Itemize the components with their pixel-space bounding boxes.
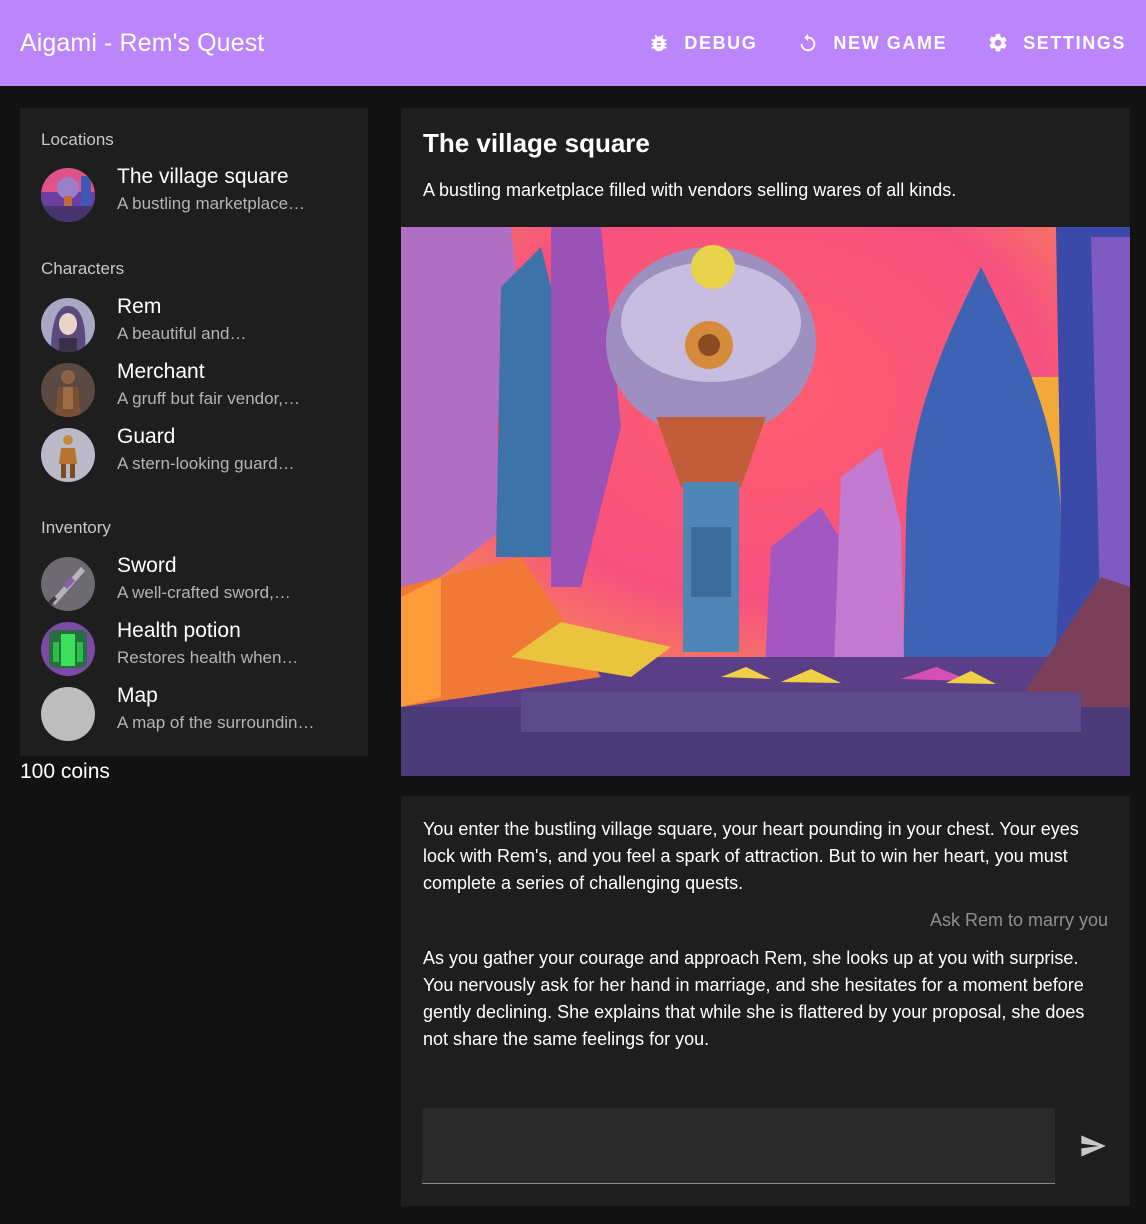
- character-title: Rem: [117, 295, 162, 318]
- location-avatar: [41, 168, 95, 222]
- location-item-village-square[interactable]: The village square A bustling marketplac…: [20, 165, 368, 225]
- inventory-subtitle: Restores health when…: [117, 648, 299, 667]
- send-button[interactable]: [1073, 1129, 1113, 1163]
- character-subtitle: A gruff but fair vendor,…: [117, 389, 301, 408]
- map-placeholder-avatar: [41, 687, 95, 741]
- inventory-item-map[interactable]: Map A map of the surroundin…: [20, 684, 368, 744]
- potion-icon: [41, 622, 95, 676]
- story-card: You enter the bustling village square, y…: [401, 796, 1130, 1206]
- character-subtitle: A stern-looking guard…: [117, 454, 295, 473]
- inventory-item-health-potion[interactable]: Health potion Restores health when…: [20, 619, 368, 679]
- character-subtitle: A beautiful and…: [117, 324, 247, 343]
- player-action-text: Ask Rem to marry you: [929, 910, 1108, 930]
- coin-count: 100 coins: [20, 760, 110, 783]
- story-intro-text: You enter the bustling village square, y…: [423, 819, 1079, 893]
- app-bar: Aigami - Rem's Quest DEBUG NEW GAME SETT…: [0, 0, 1146, 86]
- inventory-title: Health potion: [117, 619, 241, 642]
- characters-heading: Characters: [41, 259, 125, 278]
- character-avatar-rem: [41, 298, 95, 352]
- location-description: A bustling marketplace filled with vendo…: [423, 180, 957, 200]
- restart-icon: [801, 33, 816, 52]
- settings-button[interactable]: SETTINGS: [987, 32, 1126, 54]
- location-subtitle: A bustling marketplace…: [117, 194, 306, 213]
- new-game-label: NEW GAME: [833, 32, 948, 53]
- location-card: The village square A bustling marketplac…: [401, 108, 1130, 776]
- character-title: Guard: [117, 425, 176, 448]
- gear-icon: [989, 33, 1007, 52]
- inventory-heading: Inventory: [41, 518, 111, 537]
- inventory-title: Sword: [117, 554, 177, 577]
- app-title: Aigami - Rem's Quest: [20, 28, 265, 57]
- settings-label: SETTINGS: [1023, 32, 1126, 53]
- location-title: The village square: [117, 165, 289, 188]
- sword-icon: [41, 557, 95, 611]
- send-icon: [1081, 1135, 1106, 1157]
- character-item-guard[interactable]: Guard A stern-looking guard…: [20, 425, 368, 485]
- locations-heading: Locations: [41, 130, 114, 149]
- inventory-subtitle: A well-crafted sword,…: [117, 583, 291, 602]
- bug-icon: [652, 34, 667, 52]
- debug-button[interactable]: DEBUG: [648, 32, 757, 54]
- character-item-merchant[interactable]: Merchant A gruff but fair vendor,…: [20, 360, 368, 420]
- action-input[interactable]: [422, 1108, 1055, 1184]
- sidebar: Locations The village square A bustling …: [20, 108, 368, 756]
- toolbar-actions: DEBUG NEW GAME SETTINGS: [608, 32, 1126, 54]
- inventory-subtitle: A map of the surroundin…: [117, 713, 315, 732]
- location-heading: The village square: [423, 128, 650, 158]
- new-game-button[interactable]: NEW GAME: [797, 32, 947, 54]
- character-avatar-guard: [41, 428, 95, 482]
- character-avatar-merchant: [41, 363, 95, 417]
- character-item-rem[interactable]: Rem A beautiful and…: [20, 295, 368, 355]
- debug-label: DEBUG: [684, 32, 758, 53]
- inventory-item-sword[interactable]: Sword A well-crafted sword,…: [20, 554, 368, 614]
- inventory-title: Map: [117, 684, 158, 707]
- character-title: Merchant: [117, 360, 205, 383]
- story-response-text: As you gather your courage and approach …: [423, 948, 1085, 1049]
- location-image: [401, 227, 1130, 776]
